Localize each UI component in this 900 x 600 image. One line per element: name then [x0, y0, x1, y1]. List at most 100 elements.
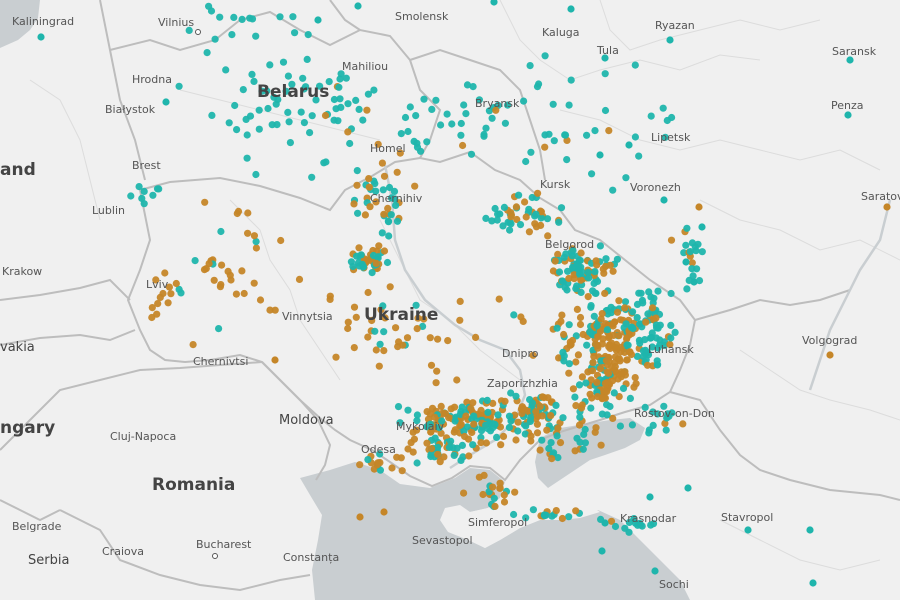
event-dot — [352, 96, 360, 104]
event-dots-layer — [37, 0, 891, 587]
event-dot — [445, 414, 453, 422]
event-dot — [686, 248, 694, 256]
event-dot — [532, 210, 540, 218]
event-dot — [663, 116, 671, 125]
event-dot — [456, 297, 464, 305]
event-dot — [467, 150, 476, 158]
event-dot — [456, 316, 464, 324]
event-dot — [246, 112, 255, 120]
city-label-volgograd: Volgograd — [802, 334, 858, 347]
event-dot — [490, 0, 498, 6]
event-dot — [273, 121, 281, 129]
event-dot — [428, 445, 436, 453]
event-dot — [545, 444, 553, 453]
map-canvas[interactable]: Ukraine Belarus Romania ngary and Moldov… — [0, 0, 900, 600]
event-dot — [603, 368, 611, 376]
event-dot — [365, 183, 373, 191]
event-dot — [477, 406, 485, 414]
event-dot — [557, 204, 566, 212]
event-dot — [234, 207, 243, 215]
city-label-kursk: Kursk — [540, 178, 571, 191]
event-dot — [584, 268, 592, 276]
event-dot — [569, 385, 578, 393]
event-dot — [385, 232, 393, 240]
event-dot — [605, 127, 613, 135]
event-dot — [216, 13, 224, 21]
event-dot — [149, 191, 157, 199]
event-dot — [602, 255, 610, 263]
event-dot — [637, 289, 645, 297]
event-dot — [547, 412, 555, 420]
event-dot — [625, 528, 633, 536]
event-dot — [500, 498, 509, 506]
event-dot — [628, 421, 637, 429]
event-dot — [576, 320, 585, 329]
country-label-romania: Romania — [152, 475, 236, 495]
event-dot — [598, 547, 606, 555]
event-dot — [346, 139, 354, 148]
event-dot — [667, 334, 675, 342]
event-dot — [639, 299, 647, 307]
event-dot — [525, 228, 534, 236]
event-dot — [244, 209, 252, 217]
event-dot — [583, 131, 591, 139]
event-dot — [576, 313, 585, 322]
event-dot — [601, 387, 609, 395]
event-dot — [635, 336, 644, 344]
event-dot — [380, 328, 388, 336]
event-dot — [616, 422, 625, 430]
event-dot — [514, 418, 522, 426]
event-dot — [412, 112, 420, 120]
event-dot — [553, 432, 561, 440]
event-dot — [395, 338, 403, 346]
event-dot — [500, 491, 508, 499]
event-dot — [380, 247, 389, 255]
event-dot — [491, 502, 499, 510]
event-dot — [308, 112, 316, 120]
event-dot — [515, 191, 523, 199]
event-dot — [356, 513, 364, 521]
event-dot — [380, 210, 388, 218]
country-label-poland: and — [0, 160, 36, 180]
event-dot — [493, 433, 501, 441]
event-dot — [512, 436, 520, 444]
event-dot — [496, 479, 504, 487]
event-dot — [330, 116, 338, 124]
event-dot — [266, 306, 274, 314]
event-dot — [567, 76, 575, 84]
event-dot — [462, 412, 470, 420]
event-dot — [536, 446, 544, 454]
event-dot — [447, 405, 455, 413]
event-dot — [289, 13, 297, 21]
event-dot — [472, 333, 480, 341]
event-dot — [175, 82, 183, 90]
event-dot — [410, 435, 418, 443]
capital-marker-bucharest — [212, 553, 218, 559]
city-label-lipetsk: Lipetsk — [651, 131, 691, 144]
event-dot — [222, 66, 230, 74]
event-dot — [413, 143, 422, 151]
event-dot — [368, 269, 376, 277]
event-dot — [228, 30, 236, 39]
event-dot — [398, 467, 406, 475]
event-dot — [205, 2, 213, 10]
event-dot — [565, 101, 573, 109]
event-dot — [602, 357, 611, 365]
event-dot — [542, 511, 550, 519]
event-dot — [380, 508, 388, 516]
event-dot — [639, 347, 648, 355]
event-dot — [256, 296, 265, 304]
event-dot — [375, 362, 383, 370]
event-dot — [353, 167, 361, 175]
city-label-zaporizhzhia: Zaporizhzhia — [487, 377, 558, 390]
country-label-hungary: ngary — [0, 418, 56, 438]
city-label-sochi: Sochi — [659, 578, 689, 591]
city-label-stavropol: Stavropol — [721, 511, 774, 524]
event-dot — [587, 303, 595, 311]
event-dot — [387, 211, 395, 219]
event-dot — [189, 341, 197, 349]
event-dot — [460, 101, 468, 109]
event-dot — [167, 290, 175, 298]
event-dot — [383, 258, 392, 267]
event-dot — [591, 340, 600, 348]
